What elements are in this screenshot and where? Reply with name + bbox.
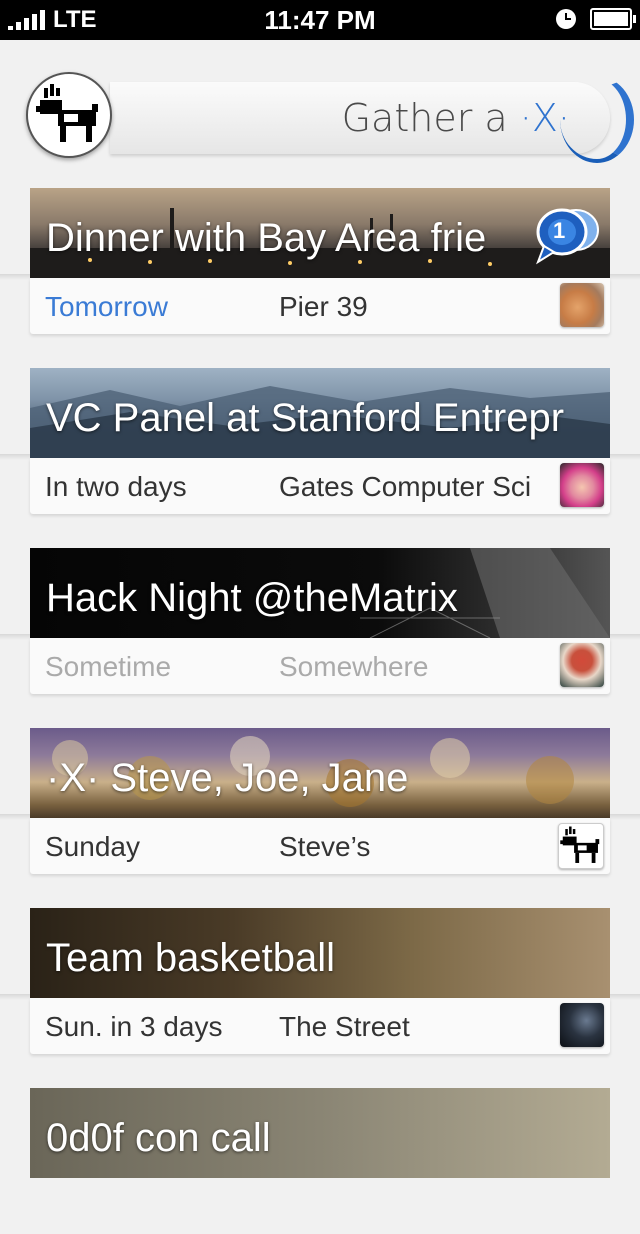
event-time: Sometime — [45, 651, 172, 682]
event-time: In two days — [45, 471, 187, 502]
event-photo: VC Panel at Stanford Entrepr — [30, 368, 610, 458]
event-place: Gates Computer Sci — [279, 471, 532, 502]
event-card[interactable]: Team basketball Sun. in 3 days The Stree… — [0, 908, 640, 1054]
event-place: The Street — [279, 1011, 410, 1042]
gather-button-ring — [560, 76, 634, 163]
profile-avatar[interactable] — [26, 72, 112, 158]
chat-bubble-icon — [536, 208, 599, 265]
event-place: Steve’s — [279, 831, 371, 862]
event-details: Sometime Somewhere — [30, 638, 610, 694]
status-icons — [556, 8, 636, 30]
event-photo: Hack Night @theMatrix — [30, 548, 610, 638]
event-details: In two days Gates Computer Sci — [30, 458, 610, 514]
dog-icon — [36, 84, 98, 142]
event-place: Pier 39 — [279, 291, 368, 322]
alarm-clock-icon — [556, 9, 576, 29]
host-avatar[interactable] — [560, 643, 604, 687]
host-avatar[interactable] — [560, 283, 604, 327]
event-card[interactable]: Dinner with Bay Area frie 1 Tomorrow Pie… — [0, 188, 640, 334]
event-title: Hack Night @theMatrix — [46, 576, 458, 620]
battery-icon — [590, 8, 636, 30]
host-avatar[interactable] — [558, 823, 604, 869]
event-details: Sunday Steve’s — [30, 818, 610, 874]
dog-icon — [560, 826, 600, 863]
host-avatar[interactable] — [560, 1003, 604, 1047]
event-title: 0d0f con call — [46, 1116, 271, 1160]
comments-badge[interactable]: 1 — [532, 206, 602, 266]
comments-count: 1 — [553, 218, 566, 243]
event-card[interactable]: 0d0f con call — [30, 1088, 610, 1234]
host-avatar[interactable] — [560, 463, 604, 507]
event-photo: Dinner with Bay Area frie — [30, 188, 610, 278]
clock-time: 11:47 PM — [264, 5, 376, 35]
event-time: Sunday — [45, 831, 140, 862]
event-card[interactable]: ·X· Steve, Joe, Jane Sunday Steve’s — [0, 728, 640, 874]
event-photo: ·X· Steve, Joe, Jane — [30, 728, 610, 818]
gather-prefix: Gather a — [341, 96, 508, 140]
event-place: Somewhere — [279, 651, 429, 682]
event-photo: Team basketball — [30, 908, 610, 998]
gather-button-label[interactable]: Gather a ·X· — [342, 96, 570, 140]
event-title: Team basketball — [46, 936, 336, 980]
status-bar: LTE 11:47 PM — [0, 0, 640, 40]
event-title: ·X· Steve, Joe, Jane — [46, 756, 409, 800]
event-details: Sun. in 3 days The Street — [30, 998, 610, 1054]
event-title: Dinner with Bay Area frie — [46, 216, 487, 260]
event-time: Sun. in 3 days — [45, 1011, 223, 1042]
event-details: Tomorrow Pier 39 — [30, 278, 610, 334]
x-logo: ·X· — [519, 96, 570, 140]
event-time: Tomorrow — [45, 291, 168, 322]
event-title: VC Panel at Stanford Entrepr — [46, 396, 565, 440]
event-card[interactable]: VC Panel at Stanford Entrepr In two days… — [0, 368, 640, 514]
event-photo: 0d0f con call — [30, 1088, 610, 1178]
event-card[interactable]: Hack Night @theMatrix Sometime Somewhere — [0, 548, 640, 694]
